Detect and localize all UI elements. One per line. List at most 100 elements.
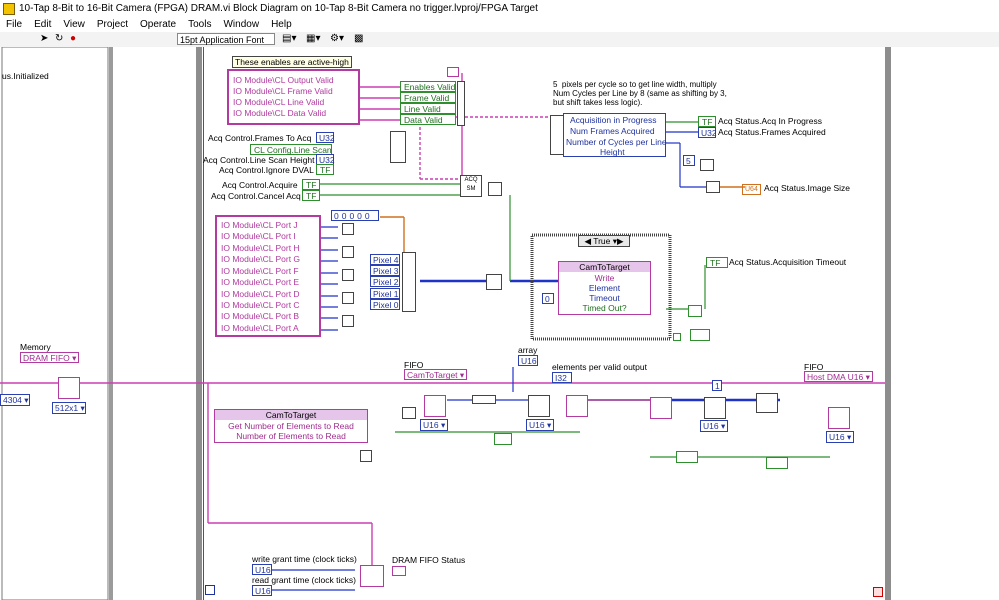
menu-file[interactable]: File [0, 19, 28, 30]
host-dma-ref[interactable]: Host DMA U16 ▾ [804, 371, 873, 382]
i32-elements[interactable]: I32 [552, 372, 572, 383]
dram-read-node[interactable] [650, 397, 672, 419]
u64-image-size[interactable]: U64 [742, 184, 761, 195]
font-selector[interactable]: 15pt Application Font [177, 33, 275, 45]
join-numbers-node[interactable] [706, 181, 720, 193]
feedback-node-top[interactable] [690, 329, 710, 341]
compare-node[interactable] [360, 450, 372, 462]
menu-view[interactable]: View [57, 19, 91, 30]
write-grant-label: write grant time (clock ticks) [252, 554, 357, 564]
zeros-array-const[interactable]: 00000 [331, 210, 379, 221]
u16-write-grant[interactable]: U16 [252, 564, 272, 575]
run-continuous-icon[interactable]: ↻ [55, 33, 63, 45]
menu-help[interactable]: Help [265, 19, 298, 30]
write-node-2[interactable] [566, 395, 588, 417]
get-elements-node[interactable]: CamToTarget Get Number of Elements to Re… [214, 409, 368, 443]
u16-dropdown-2[interactable]: U16 ▾ [526, 419, 554, 431]
const-one[interactable]: 1 [712, 380, 722, 391]
or-node[interactable] [688, 305, 702, 317]
menu-operate[interactable]: Operate [134, 19, 182, 30]
cluster-const-icon[interactable] [447, 67, 459, 77]
f-const[interactable] [673, 333, 681, 341]
depth-constant[interactable]: 4304 ▾ [0, 394, 30, 406]
frame-valid[interactable]: Frame Valid [400, 92, 456, 103]
data-valid[interactable]: Data Valid [400, 114, 456, 125]
feedback-node-2[interactable] [676, 451, 698, 463]
u16-dropdown-1[interactable]: U16 ▾ [420, 419, 448, 431]
u16-dropdown-4[interactable]: U16 ▾ [826, 431, 854, 443]
camtotarget-ref[interactable]: CamToTarget ▾ [404, 369, 468, 380]
size-512-dropdown[interactable]: 512x1 ▾ [52, 402, 86, 414]
io-valid-node[interactable]: IO Module\CL Output Valid IO Module\CL F… [227, 69, 360, 125]
array-to-cluster-node[interactable] [486, 274, 502, 290]
u32-status-frames[interactable]: U32 [698, 127, 717, 138]
pixel-2[interactable]: Pixel 2 [370, 276, 400, 287]
join-node-1[interactable] [342, 223, 354, 235]
dram-fifo-ref[interactable]: DRAM FIFO ▾ [20, 352, 80, 363]
join-node-3[interactable] [342, 269, 354, 281]
case-selector[interactable]: ◀ True ▾▶ [578, 235, 630, 247]
u32-frames[interactable]: U32 [316, 132, 335, 143]
cluster-node-2[interactable] [756, 393, 778, 413]
join-node-4[interactable] [342, 292, 354, 304]
feedback-node-1[interactable] [494, 433, 512, 445]
menu-tools[interactable]: Tools [182, 19, 217, 30]
run-arrow-icon[interactable]: ➤ [40, 33, 48, 45]
const-five[interactable]: 5 [683, 155, 695, 166]
bundle-pixels[interactable] [402, 252, 416, 312]
fifo-read-node[interactable] [424, 395, 446, 417]
u16-read-grant[interactable]: U16 [252, 585, 272, 596]
acq-state-machine[interactable]: ACQ SM [460, 175, 482, 197]
dram-status-indicator[interactable] [392, 566, 406, 576]
dma-write-node[interactable] [828, 407, 850, 429]
dram-fifo-config-node[interactable] [58, 377, 80, 399]
join-node-5[interactable] [342, 315, 354, 327]
reorder-icon[interactable]: ▩ [354, 33, 363, 45]
tf-timeout[interactable]: TF [706, 257, 728, 268]
window-title: 10-Tap 8-Bit to 16-Bit Camera (FPGA) DRA… [19, 3, 538, 14]
reshape-node-2[interactable] [704, 397, 726, 419]
element-row: Element [588, 283, 621, 293]
unbundle-acq[interactable] [550, 115, 564, 155]
menu-project[interactable]: Project [91, 19, 134, 30]
join-node-2[interactable] [342, 246, 354, 258]
enables-valid[interactable]: Enables Valid [400, 81, 456, 92]
bundle-valid[interactable] [457, 81, 465, 126]
reshape-node[interactable] [528, 395, 550, 417]
and-node[interactable] [402, 407, 416, 419]
port-i: IO Module\CL Port I [221, 231, 296, 241]
index-node[interactable] [472, 395, 496, 404]
timeout-const[interactable]: 0 [542, 293, 554, 304]
multiply-node[interactable] [700, 159, 714, 171]
u16-dropdown-3[interactable]: U16 ▾ [700, 420, 728, 432]
fifo-status-node[interactable] [360, 565, 384, 587]
loop-frame-left [1, 47, 109, 600]
acq-cluster[interactable]: Acquisition in Progress Num Frames Acqui… [563, 113, 667, 157]
loop-border-right [885, 47, 891, 600]
array-label: array [518, 345, 538, 355]
fifo-write-node[interactable]: CamToTarget Write Element Timeout Timed … [558, 261, 651, 315]
stop-terminal[interactable] [873, 587, 883, 597]
abort-icon[interactable]: ● [70, 33, 76, 45]
pixel-4[interactable]: Pixel 4 [370, 254, 400, 265]
menu-window[interactable]: Window [217, 19, 265, 30]
menu-edit[interactable]: Edit [28, 19, 57, 30]
align-icon[interactable]: ▤▾ [282, 33, 296, 45]
feedback-node-3[interactable] [766, 457, 788, 469]
io-ports-node[interactable]: IO Module\CL Port J IO Module\CL Port I … [215, 215, 321, 337]
u16-array[interactable]: U16 [518, 355, 538, 366]
port-j: IO Module\CL Port J [221, 220, 298, 230]
block-diagram-canvas[interactable]: us.Initialized Memory DRAM FIFO ▾ 4304 ▾… [0, 47, 999, 600]
resize-icon[interactable]: ⚙▾ [330, 33, 344, 45]
tf-inprog[interactable]: TF [698, 116, 716, 127]
tf-cancel[interactable]: TF [302, 190, 320, 201]
pixel-3[interactable]: Pixel 3 [370, 265, 400, 276]
distribute-icon[interactable]: ▦▾ [306, 33, 320, 45]
line-valid[interactable]: Line Valid [400, 103, 456, 114]
tf-acquire[interactable]: TF [302, 179, 320, 190]
bundle-acq-config[interactable] [390, 131, 406, 163]
pixel-1[interactable]: Pixel 1 [370, 288, 400, 299]
pixel-0[interactable]: Pixel 0 [370, 299, 400, 310]
build-array-node[interactable] [488, 182, 502, 196]
tf-ignore[interactable]: TF [316, 164, 334, 175]
